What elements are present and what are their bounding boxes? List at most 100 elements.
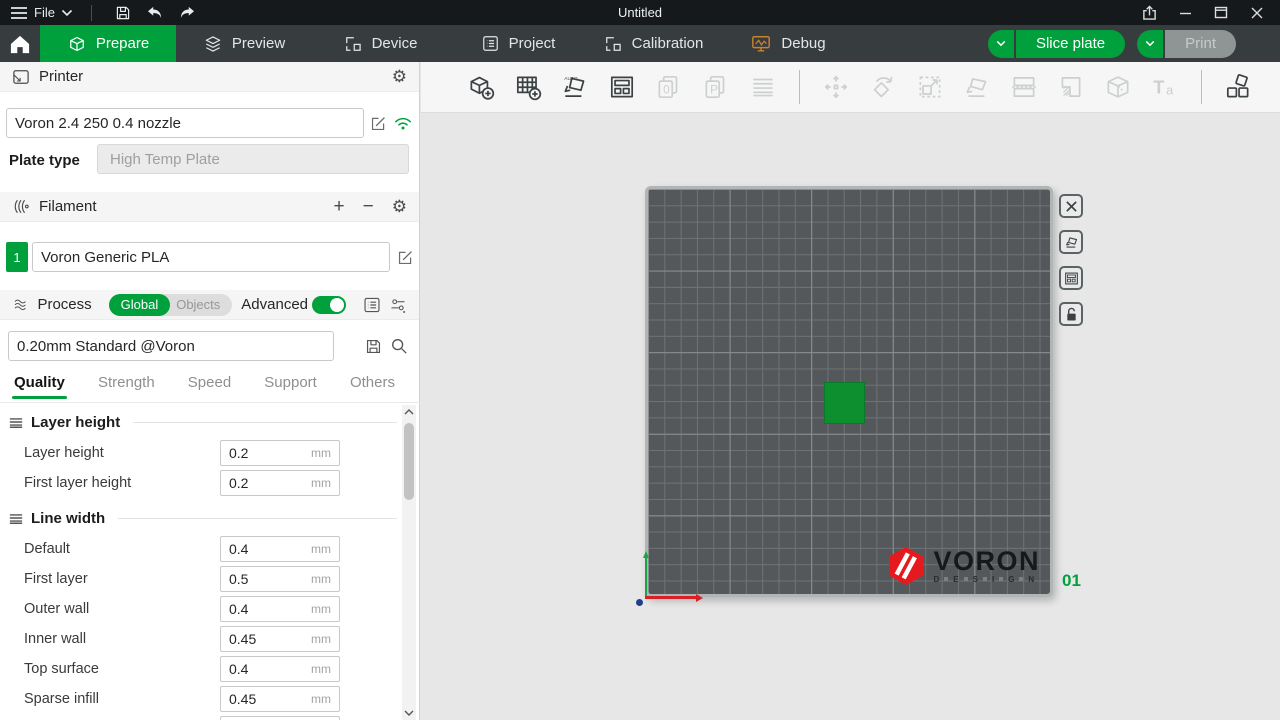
wifi-icon [394, 116, 412, 131]
edit-printer-button[interactable] [367, 112, 389, 134]
setting-label: Outer wall [24, 601, 220, 617]
setting-unit: mm [311, 632, 331, 646]
print-options-chevron[interactable] [1137, 30, 1163, 58]
file-menu[interactable]: File [10, 5, 55, 20]
setting-value: 0.45 [229, 691, 311, 707]
assembly-button[interactable] [1218, 67, 1258, 107]
settings-group-header: Layer height [0, 411, 403, 433]
edit-filament-button[interactable] [394, 246, 416, 268]
close-button[interactable] [1246, 3, 1268, 23]
setting-value: 0.5 [229, 571, 311, 587]
setting-input[interactable]: 0.4mm [220, 656, 340, 682]
remove-filament-button[interactable]: − [363, 197, 374, 216]
save-preset-button[interactable] [362, 335, 384, 357]
setting-input[interactable]: 0.45mm [220, 686, 340, 712]
setting-input[interactable]: 0.2mm [220, 470, 340, 496]
advanced-toggle[interactable] [312, 296, 346, 314]
viewport-3d[interactable]: AUTO0PTa VORON DESIGN 01 [421, 62, 1280, 720]
filament-settings-gear-icon[interactable]: ⚙ [392, 198, 407, 215]
build-plate[interactable]: VORON DESIGN [645, 186, 1053, 597]
file-menu-label: File [34, 5, 55, 20]
printer-connection-button[interactable] [392, 112, 414, 134]
setting-input[interactable]: 0.4mm [220, 596, 340, 622]
scope-objects[interactable]: Objects [170, 294, 232, 316]
orient-plate-button[interactable] [1059, 230, 1083, 254]
plate-type-select[interactable]: High Temp Plate [97, 144, 409, 174]
setting-value: 0.4 [229, 541, 311, 557]
model-cube[interactable] [824, 382, 865, 424]
add-plate-button[interactable] [508, 67, 548, 107]
search-settings-icon[interactable] [389, 296, 407, 314]
tab-support[interactable]: Support [264, 374, 317, 399]
arrange-button[interactable] [602, 67, 642, 107]
slice-options-chevron[interactable] [988, 30, 1014, 58]
plate-number-label: 01 [1062, 571, 1081, 591]
mesh-boolean-icon [1103, 72, 1133, 102]
setting-input[interactable]: 0.45mm [220, 626, 340, 652]
parameter-table-icon[interactable] [363, 296, 381, 314]
tab-speed[interactable]: Speed [188, 374, 231, 399]
rotate-icon [868, 72, 898, 102]
hamburger-icon [10, 6, 28, 20]
minimize-button[interactable] [1174, 3, 1196, 23]
setting-value: 0.2 [229, 475, 311, 491]
toolbar-separator [799, 70, 800, 104]
scroll-down-arrow[interactable] [402, 706, 416, 720]
setting-input[interactable]: 0.2mm [220, 440, 340, 466]
tab-others[interactable]: Others [350, 374, 395, 399]
tab-preview[interactable]: Preview [176, 25, 312, 62]
logo-subtitle-square [999, 577, 1003, 581]
process-preset-select[interactable]: 0.20mm Standard @Voron [8, 331, 334, 361]
delete-plate-button[interactable] [1059, 194, 1083, 218]
filament-preset-select[interactable]: Voron Generic PLA [32, 242, 390, 272]
tab-quality[interactable]: Quality [14, 374, 65, 399]
lock-plate-button[interactable] [1059, 302, 1083, 326]
scope-global[interactable]: Global [109, 294, 171, 316]
upload-icon [1142, 5, 1157, 21]
settings-scrollbar[interactable] [402, 405, 416, 720]
project-icon [481, 34, 500, 53]
tab-device[interactable]: Device [312, 25, 448, 62]
printer-preset-select[interactable]: Voron 2.4 250 0.4 nozzle [6, 108, 364, 138]
setting-input[interactable]: 0.4mm [220, 536, 340, 562]
share-button[interactable] [1138, 3, 1160, 23]
home-button[interactable] [0, 25, 40, 62]
slice-plate-button[interactable]: Slice plate [1016, 30, 1125, 58]
tab-debug[interactable]: Debug [728, 25, 848, 62]
printer-settings-gear-icon[interactable]: ⚙ [392, 68, 407, 85]
filament-slot-number[interactable]: 1 [6, 242, 28, 272]
process-icon [12, 296, 28, 313]
tab-calibration[interactable]: Calibration [578, 25, 728, 62]
add-filament-button[interactable]: + [334, 197, 345, 216]
arrange-plate-button[interactable] [1059, 266, 1083, 290]
tab-strength[interactable]: Strength [98, 374, 155, 399]
tab-prepare[interactable]: Prepare [40, 25, 176, 62]
maximize-icon [1214, 6, 1228, 19]
setting-label: Top surface [24, 661, 220, 677]
process-section-title: Process [37, 296, 91, 313]
setting-row: First layer height0.2mm [0, 470, 403, 496]
print-button[interactable]: Print [1165, 30, 1236, 58]
nav-actions: Slice plate Print [988, 25, 1280, 62]
search-parameters-button[interactable] [388, 335, 410, 357]
tab-project[interactable]: Project [458, 25, 578, 62]
setting-input[interactable]: 0.5mm [220, 566, 340, 592]
process-scope-toggle[interactable]: Global Objects [109, 294, 233, 316]
place-on-face-icon [962, 72, 992, 102]
process-section-header: Process Global Objects Advanced [0, 290, 419, 320]
redo-button[interactable] [174, 3, 200, 23]
scrollbar-thumb[interactable] [404, 423, 414, 500]
scroll-up-arrow[interactable] [402, 405, 416, 419]
maximize-button[interactable] [1210, 3, 1232, 23]
filament-icon [12, 198, 30, 215]
setting-row: Sparse infill0.45mm [0, 686, 403, 712]
settings-list: Layer heightLayer height0.2mmFirst layer… [0, 405, 403, 720]
save-preset-icon [365, 338, 382, 355]
chevron-down-icon[interactable] [61, 9, 73, 17]
undo-button[interactable] [142, 3, 168, 23]
add-object-button[interactable] [461, 67, 501, 107]
assembly-icon [1223, 72, 1253, 102]
auto-orient-button[interactable]: AUTO [555, 67, 595, 107]
save-button[interactable] [110, 3, 136, 23]
setting-input[interactable] [220, 716, 340, 720]
